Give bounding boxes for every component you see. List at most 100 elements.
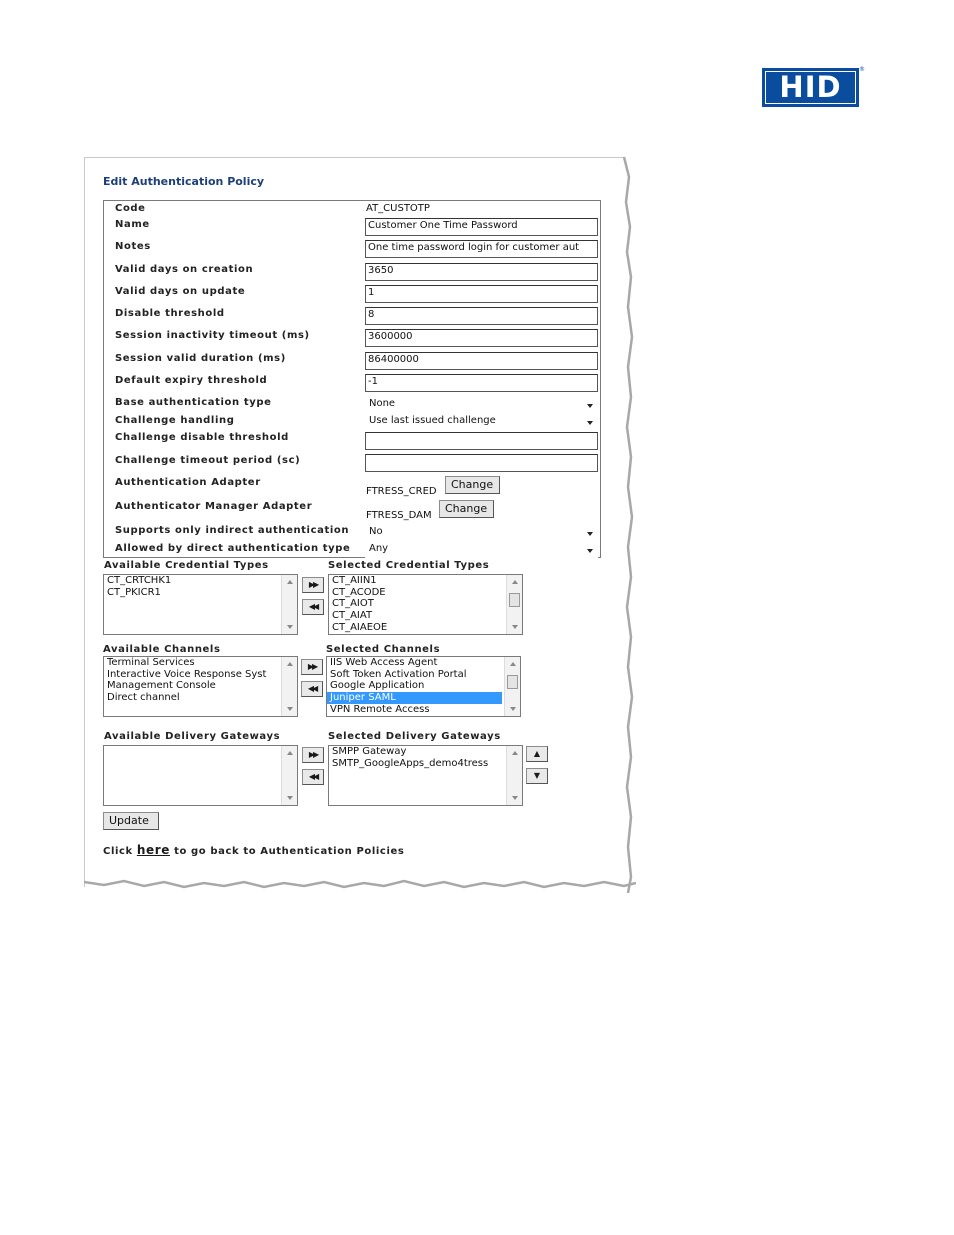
challenge-disable-label: Challenge disable threshold xyxy=(115,432,289,443)
scrollbar[interactable] xyxy=(281,657,297,716)
disable-threshold-label: Disable threshold xyxy=(115,308,225,319)
valid-days-creation-label: Valid days on creation xyxy=(115,264,254,275)
session-inactivity-input[interactable]: 3600000 xyxy=(365,329,598,347)
double-arrow-right-icon: ▶▶ xyxy=(308,580,319,589)
challenge-disable-input[interactable] xyxy=(365,432,598,450)
arrow-down-icon: ▼ xyxy=(533,771,541,780)
chevron-down-icon xyxy=(587,421,593,425)
notes-input[interactable]: One time password login for customer aut xyxy=(365,240,598,258)
list-item[interactable]: CT_CRTCHK1 xyxy=(104,575,297,587)
list-item[interactable]: CT_AIAT xyxy=(329,610,522,622)
disable-threshold-input[interactable]: 8 xyxy=(365,307,598,325)
double-arrow-right-icon: ▶▶ xyxy=(308,750,319,759)
double-arrow-right-icon: ▶▶ xyxy=(307,662,318,671)
move-left-button[interactable]: ◀◀ xyxy=(302,769,324,785)
move-right-button[interactable]: ▶▶ xyxy=(301,659,323,675)
auth-adapter-change-button[interactable]: Change xyxy=(445,476,500,494)
double-arrow-left-icon: ◀◀ xyxy=(308,772,319,781)
auth-adapter-label: Authentication Adapter xyxy=(115,477,261,488)
direct-type-select[interactable]: Any xyxy=(365,542,598,558)
available-channels-list[interactable]: Terminal Services Interactive Voice Resp… xyxy=(103,656,298,717)
double-arrow-left-icon: ◀◀ xyxy=(308,602,319,611)
move-left-button[interactable]: ◀◀ xyxy=(302,599,324,615)
name-input[interactable]: Customer One Time Password xyxy=(365,218,598,236)
list-item[interactable]: CT_AIAEOE xyxy=(329,622,522,634)
selected-gateways-label: Selected Delivery Gateways xyxy=(328,731,501,742)
scroll-down-icon xyxy=(287,707,293,711)
scroll-down-icon xyxy=(510,707,516,711)
scrollbar[interactable] xyxy=(506,575,522,634)
scrollbar[interactable] xyxy=(504,657,520,716)
base-auth-type-value: None xyxy=(369,398,396,409)
list-item[interactable]: Direct channel xyxy=(104,692,297,704)
back-link-prefix: Click xyxy=(103,846,133,857)
default-expiry-input[interactable]: -1 xyxy=(365,374,598,392)
list-item[interactable]: SMPP Gateway xyxy=(329,746,522,758)
selected-credential-types-list[interactable]: CT_AIIN1 CT_ACODE CT_AIOT CT_AIAT CT_AIA… xyxy=(328,574,523,635)
default-expiry-label: Default expiry threshold xyxy=(115,375,268,386)
name-label: Name xyxy=(115,219,150,230)
valid-days-update-input[interactable]: 1 xyxy=(365,285,598,303)
available-gateways-label: Available Delivery Gateways xyxy=(104,731,281,742)
list-item[interactable]: CT_PKICR1 xyxy=(104,587,297,599)
indirect-only-label: Supports only indirect authentication xyxy=(115,525,350,536)
scroll-down-icon xyxy=(512,625,518,629)
scroll-down-icon xyxy=(287,625,293,629)
move-right-button[interactable]: ▶▶ xyxy=(302,747,324,763)
list-item[interactable]: Management Console xyxy=(104,680,297,692)
auth-adapter-value: FTRESS_CRED xyxy=(366,486,437,497)
scrollbar[interactable] xyxy=(281,746,297,805)
list-item[interactable]: CT_AIOT xyxy=(329,598,522,610)
scrollbar[interactable] xyxy=(281,575,297,634)
list-item[interactable]: CT_AIIN1 xyxy=(329,575,522,587)
move-left-button[interactable]: ◀◀ xyxy=(301,681,323,697)
double-arrow-left-icon: ◀◀ xyxy=(307,684,318,693)
direct-type-label: Allowed by direct authentication type xyxy=(115,543,351,554)
scroll-thumb[interactable] xyxy=(507,675,518,689)
move-down-button[interactable]: ▼ xyxy=(526,768,548,784)
scroll-thumb[interactable] xyxy=(509,593,520,607)
back-link-line: Click here to go back to Authentication … xyxy=(103,843,404,857)
selected-channels-list[interactable]: IIS Web Access Agent Soft Token Activati… xyxy=(326,656,521,717)
available-credential-types-label: Available Credential Types xyxy=(104,560,269,571)
available-credential-types-list[interactable]: CT_CRTCHK1 CT_PKICR1 xyxy=(103,574,298,635)
challenge-timeout-input[interactable] xyxy=(365,454,598,472)
page-title: Edit Authentication Policy xyxy=(103,175,265,188)
indirect-only-value: No xyxy=(369,526,383,537)
valid-days-update-label: Valid days on update xyxy=(115,286,246,297)
indirect-only-select[interactable]: No xyxy=(365,525,598,541)
session-inactivity-label: Session inactivity timeout (ms) xyxy=(115,330,310,341)
available-gateways-list[interactable] xyxy=(103,745,298,806)
list-item[interactable]: Soft Token Activation Portal xyxy=(327,669,520,681)
list-item-selected[interactable]: Juniper SAML xyxy=(327,692,502,704)
scroll-down-icon xyxy=(512,796,518,800)
auth-mgr-adapter-change-button[interactable]: Change xyxy=(439,500,494,518)
scroll-up-icon xyxy=(287,580,293,584)
list-item[interactable]: Terminal Services xyxy=(104,657,297,669)
valid-days-creation-input[interactable]: 3650 xyxy=(365,263,598,281)
session-valid-input[interactable]: 86400000 xyxy=(365,352,598,370)
list-item[interactable]: VPN Remote Access xyxy=(327,704,520,716)
arrow-up-icon: ▲ xyxy=(533,749,541,758)
list-item[interactable]: IIS Web Access Agent xyxy=(327,657,520,669)
selected-credential-types-label: Selected Credential Types xyxy=(328,560,490,571)
move-up-button[interactable]: ▲ xyxy=(526,746,548,762)
back-link[interactable]: here xyxy=(137,843,170,857)
scroll-down-icon xyxy=(287,796,293,800)
list-item[interactable]: SMTP_GoogleApps_demo4tress xyxy=(329,758,522,770)
auth-mgr-adapter-value: FTRESS_DAM xyxy=(366,510,432,521)
list-item[interactable]: Interactive Voice Response Syst xyxy=(104,669,297,681)
back-link-suffix: to go back to Authentication Policies xyxy=(174,846,405,857)
selected-gateways-list[interactable]: SMPP Gateway SMTP_GoogleApps_demo4tress xyxy=(328,745,523,806)
list-item[interactable]: CT_ACODE xyxy=(329,587,522,599)
challenge-handling-select[interactable]: Use last issued challenge xyxy=(365,414,598,430)
base-auth-type-select[interactable]: None xyxy=(365,397,598,413)
torn-edge-bottom xyxy=(84,879,636,889)
scrollbar[interactable] xyxy=(506,746,522,805)
code-value: AT_CUSTOTP xyxy=(366,203,430,214)
list-item[interactable]: Google Application xyxy=(327,680,520,692)
update-button[interactable]: Update xyxy=(103,812,159,830)
move-right-button[interactable]: ▶▶ xyxy=(302,577,324,593)
challenge-handling-value: Use last issued challenge xyxy=(369,415,496,426)
challenge-handling-label: Challenge handling xyxy=(115,415,235,426)
